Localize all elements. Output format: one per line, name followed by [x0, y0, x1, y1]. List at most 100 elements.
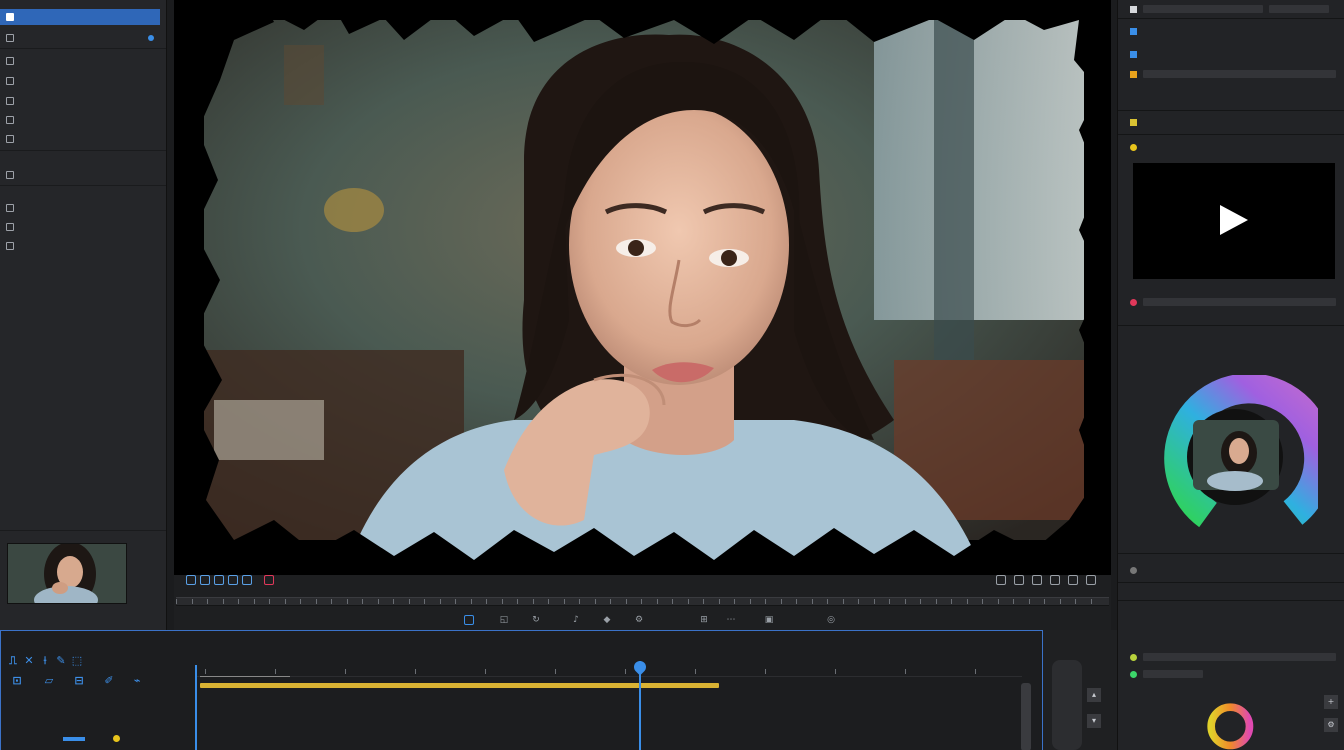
folder-icon [6, 13, 14, 21]
property-slider[interactable] [1143, 70, 1336, 78]
media-item[interactable] [0, 53, 160, 69]
hand-icon[interactable]: ⬚ [71, 655, 83, 667]
more-icon[interactable]: ▣ [764, 615, 774, 625]
expand-icon[interactable]: ▴ [1087, 688, 1101, 702]
clip-thumbnail[interactable] [7, 543, 127, 604]
scrubber-tick [315, 599, 317, 604]
ruler-tick [275, 669, 276, 674]
slide-icon[interactable]: ✐ [103, 675, 115, 687]
viewer-frame-image [174, 0, 1111, 575]
settings-icon[interactable]: ⚙ [1324, 718, 1338, 732]
trim-icon[interactable]: ✕ [23, 655, 35, 667]
inspector-row[interactable] [1130, 24, 1336, 38]
scrubber-tick [377, 599, 379, 604]
more-icon[interactable]: ◎ [826, 615, 836, 625]
view-option-button[interactable] [1032, 575, 1042, 585]
ripple-icon[interactable]: ⌁ [131, 675, 143, 687]
add-icon[interactable]: + [1324, 695, 1338, 709]
razor-icon[interactable]: ⟊ [39, 655, 51, 667]
in-point-marker[interactable] [195, 665, 197, 750]
view-option-button[interactable] [1050, 575, 1060, 585]
program-viewer[interactable] [174, 0, 1111, 575]
view-option-button[interactable] [996, 575, 1006, 585]
scrubber-tick [749, 599, 751, 604]
timeline-clip[interactable] [200, 683, 719, 688]
inspector-row[interactable] [1130, 47, 1336, 61]
source-preview[interactable] [1133, 163, 1335, 279]
media-item[interactable] [0, 112, 160, 128]
volume-fader[interactable] [1052, 660, 1082, 750]
media-item[interactable] [0, 219, 160, 235]
select-icon[interactable]: ⎍ [7, 655, 19, 667]
media-bin-item[interactable] [0, 30, 160, 46]
pen-icon[interactable]: ✎ [55, 655, 67, 667]
media-item[interactable] [0, 238, 160, 254]
effect-row[interactable] [1130, 650, 1336, 664]
media-bin-item[interactable] [0, 9, 160, 25]
scrubber-tick [548, 599, 549, 604]
scrubber-tick [641, 599, 642, 604]
scrubber-tick [1028, 599, 1030, 604]
view-option-button[interactable] [1068, 575, 1078, 585]
tool-button[interactable] [242, 575, 252, 585]
play-icon[interactable] [1220, 205, 1248, 235]
audio-meter-panel: ▴ ▾ [1043, 630, 1117, 750]
wheel-controls-row[interactable] [1130, 563, 1336, 577]
collapse-icon[interactable]: ▾ [1087, 714, 1101, 728]
scrubber-tick [331, 599, 332, 604]
media-item[interactable] [0, 73, 160, 89]
view-option-button[interactable] [1086, 575, 1096, 585]
scrubber-tick [796, 599, 797, 604]
zoom-icon[interactable] [464, 615, 474, 625]
scrubber-tick [408, 599, 410, 604]
thumbnail-image [8, 544, 126, 603]
square-icon [1130, 118, 1137, 126]
scrubber-tick [532, 599, 534, 604]
media-item[interactable] [0, 200, 160, 216]
slip-icon[interactable]: ⊟ [73, 675, 85, 687]
tool-button[interactable] [200, 575, 210, 585]
timeline-ruler[interactable] [197, 663, 1022, 677]
crop-icon[interactable]: ◱ [499, 615, 509, 625]
blade-icon[interactable]: ▱ [43, 675, 55, 687]
tool-button[interactable] [214, 575, 224, 585]
scrubber-tick [284, 599, 286, 604]
fit-icon[interactable]: ⊞ [699, 615, 709, 625]
inspector-row[interactable] [1130, 90, 1336, 104]
more-icon[interactable]: ⋯ [726, 615, 736, 625]
folder-icon [6, 34, 14, 42]
reset-icon[interactable] [1130, 566, 1137, 574]
media-item[interactable] [0, 93, 160, 109]
viewer-scrubber[interactable] [176, 597, 1109, 606]
media-icon [6, 57, 14, 65]
clip-header [200, 676, 290, 677]
scrubber-tick [827, 599, 828, 604]
ruler-tick [205, 669, 206, 674]
inspector-row[interactable] [1130, 67, 1336, 81]
tool-button[interactable] [186, 575, 196, 585]
inspector-row[interactable] [1130, 2, 1336, 16]
record-icon[interactable] [264, 575, 274, 585]
audio-icon[interactable]: ♪ [571, 615, 581, 625]
scrubber-tick [1075, 599, 1076, 604]
media-icon [6, 223, 14, 231]
zoom-icon[interactable]: ⊡ [11, 675, 23, 687]
color-wheel[interactable] [1153, 375, 1318, 540]
settings-icon[interactable]: ⚙ [634, 615, 644, 625]
view-option-button[interactable] [1014, 575, 1024, 585]
scrubber-tick [935, 599, 937, 604]
media-item[interactable] [0, 167, 160, 183]
scrubber-tick [470, 599, 472, 604]
media-item[interactable] [0, 131, 160, 147]
scrubber-tick [982, 599, 983, 604]
loop-icon[interactable]: ↻ [531, 615, 541, 625]
tool-button[interactable] [228, 575, 238, 585]
color-wheel-secondary[interactable] [1163, 703, 1298, 750]
inspector-row[interactable] [1130, 115, 1336, 129]
ruler-tick [835, 669, 836, 674]
effect-row[interactable] [1130, 667, 1336, 681]
scrubber-tick [610, 599, 611, 604]
marker-icon[interactable]: ◆ [602, 615, 612, 625]
square-icon [1130, 70, 1137, 78]
timeline-scrollbar[interactable] [1021, 683, 1031, 750]
